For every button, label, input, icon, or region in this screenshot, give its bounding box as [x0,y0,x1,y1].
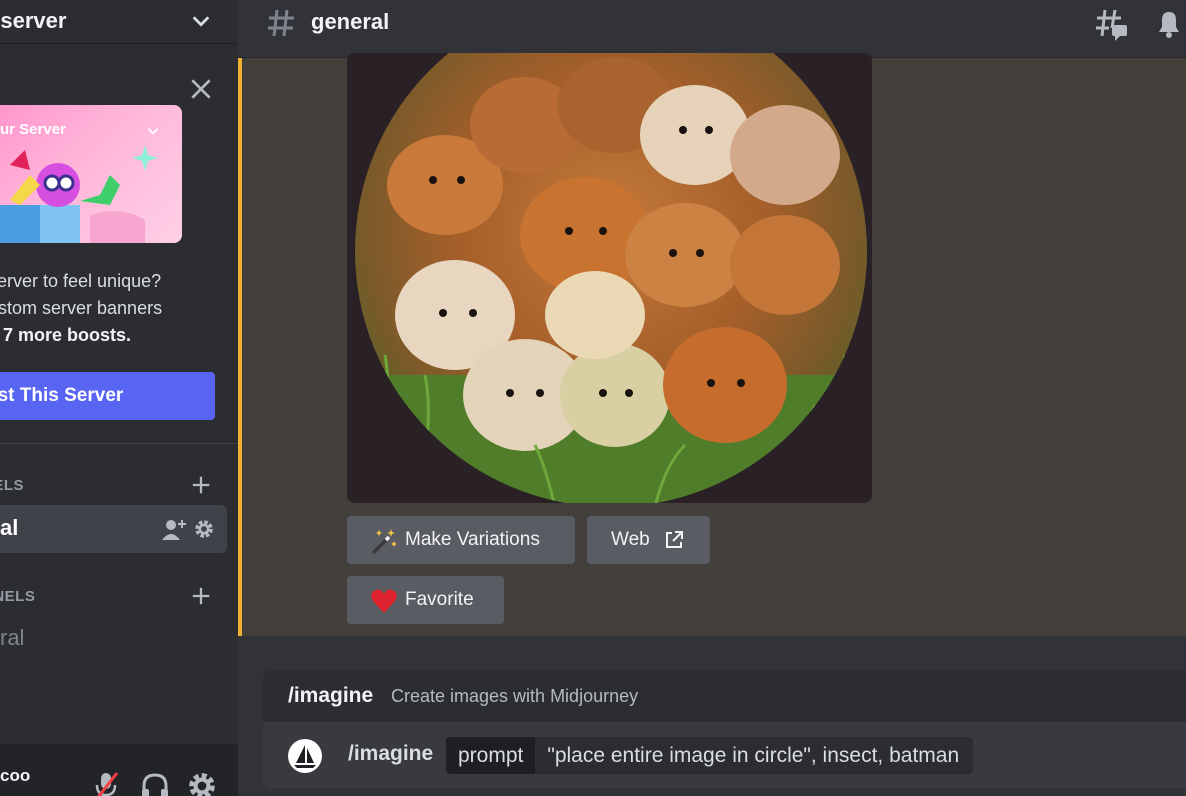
boost-line-3: h 7 more boosts. [0,322,218,349]
user-name[interactable]: coo [0,766,30,786]
heart-icon [371,589,397,613]
user-panel: coo [0,744,238,796]
favorite-label: Favorite [405,589,474,610]
command-description: Create images with Midjourney [391,686,639,706]
mute-mic-icon[interactable] [92,771,120,796]
make-variations-button[interactable]: Make Variations [347,516,575,564]
message-attachment-image[interactable] [347,53,872,503]
midjourney-avatar [288,739,322,773]
chevron-down-icon[interactable] [190,10,212,32]
web-label: Web [611,529,650,550]
category-text-channels[interactable]: NELS [0,477,24,494]
command-name: /imagine [288,684,374,707]
channel-item-active[interactable]: al [0,505,227,553]
voice-channel-item[interactable]: ral [0,625,24,651]
option-key: prompt [446,737,536,774]
web-link-button[interactable]: Web [587,516,710,564]
boost-banner-card: ur Server [0,105,182,243]
add-channel-icon[interactable] [190,585,212,607]
channel-header: general [238,0,1186,58]
divider [0,443,238,444]
hamster-illustration [355,57,867,503]
message-input[interactable]: /imagine prompt "place entire image in c… [263,722,1186,788]
channel-title: general [311,9,390,34]
boost-description: server to feel unique? ustom server bann… [0,268,218,349]
boost-count: 7 more boosts. [3,325,132,345]
close-icon[interactable] [188,76,214,102]
channel-sidebar: s server ur Server server to feel unique… [0,0,238,796]
input-command: /imagine [348,742,434,765]
server-name: s server [0,8,67,33]
prompt-value[interactable]: "place entire image in circle", insect, … [535,737,973,774]
notification-bell-icon[interactable] [1152,6,1186,40]
user-settings-gear-icon[interactable] [188,772,216,796]
discord-app: s server ur Server server to feel unique… [0,0,1186,796]
boost-line-1: server to feel unique? [0,271,162,291]
highlighted-message: Make Variations Web Favorite [238,53,1186,636]
headphones-icon[interactable] [140,771,170,796]
channel-name: al [0,515,19,540]
make-variations-label: Make Variations [405,529,540,550]
favorite-button[interactable]: Favorite [347,576,504,624]
boost-server-button[interactable]: ost This Server [0,372,215,420]
server-header[interactable]: s server [0,0,238,44]
category-voice-channels[interactable]: NNELS [0,588,35,605]
gear-icon[interactable] [194,519,214,539]
add-channel-icon[interactable] [190,474,212,496]
invite-user-icon[interactable] [162,518,186,540]
hashtag-icon [268,9,294,37]
threads-icon[interactable] [1093,6,1129,42]
circular-hamster-image [355,53,867,503]
boost-line-2: ustom server banners [0,298,163,318]
boost-illustration [0,145,158,243]
command-option[interactable]: prompt "place entire image in circle", i… [446,737,974,774]
magic-wand-icon [371,529,397,555]
external-link-icon [666,531,683,548]
command-autocomplete[interactable]: /imagine Create images with Midjourney [263,670,1186,722]
sailboat-icon [294,745,316,768]
